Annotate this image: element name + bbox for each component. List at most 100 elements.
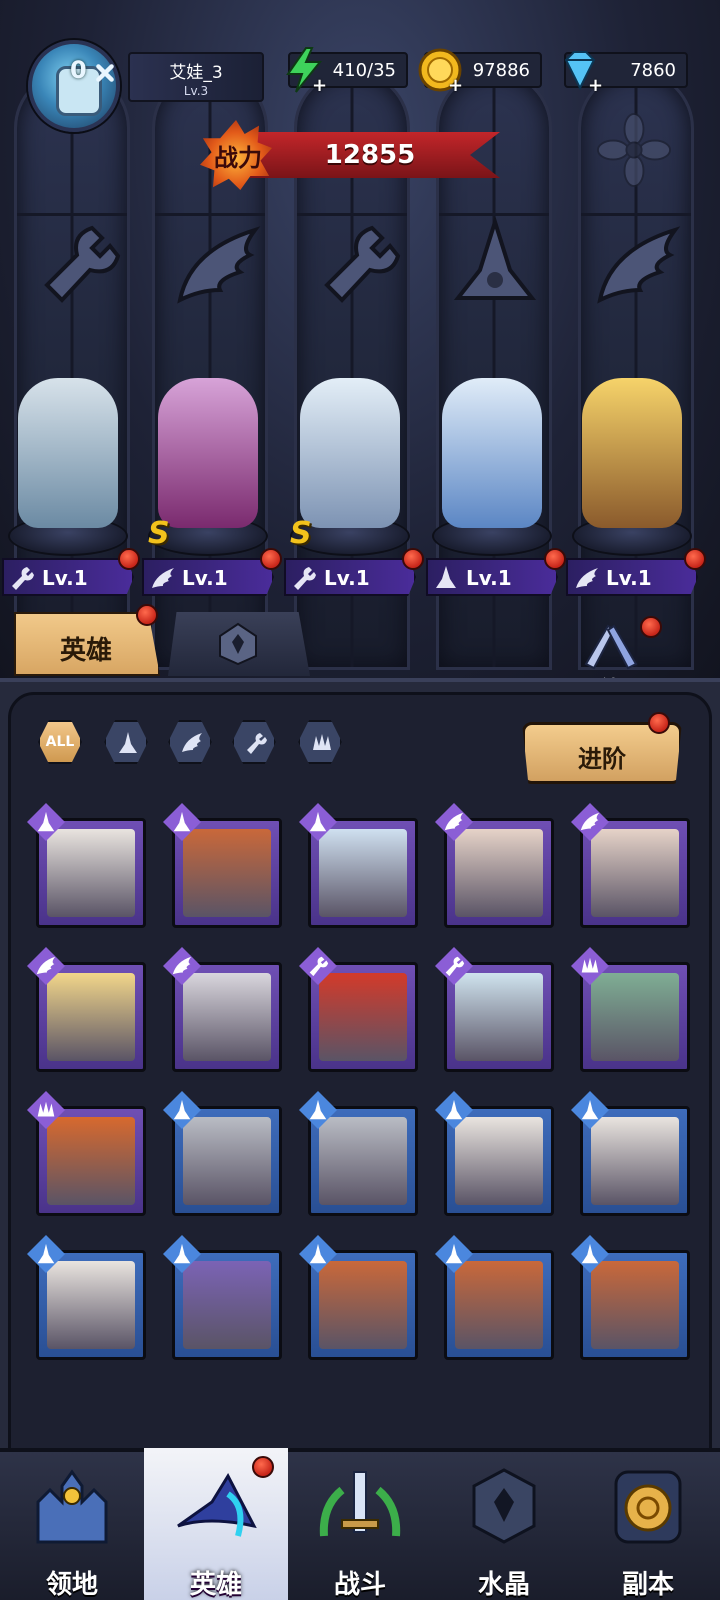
tab-crystal[interactable] [168, 612, 310, 676]
s-rank-badge: S [290, 516, 312, 551]
lineup-level-bar: Lv.1 [566, 558, 698, 596]
hero-portrait [319, 1117, 407, 1205]
notification-dot [544, 548, 566, 570]
hero-card[interactable] [27, 1091, 146, 1216]
hero-portrait [455, 829, 543, 917]
diamond-resource[interactable]: + 7860 [564, 51, 688, 95]
hero-card[interactable] [435, 1235, 554, 1360]
hero-card[interactable] [299, 1091, 418, 1216]
lineup-level-bar: Lv.1 [426, 558, 558, 596]
lineup-hero-angel[interactable] [566, 368, 698, 588]
lineup-hero-spider-mech[interactable] [284, 368, 416, 588]
hero-card[interactable] [435, 803, 554, 928]
hero-card[interactable] [299, 947, 418, 1072]
gold-resource[interactable]: + 97886 [418, 48, 542, 95]
hero-portrait [319, 829, 407, 917]
hero-card[interactable] [163, 1091, 282, 1216]
player-name-plate: 艾娃_3 Lv.3 [128, 52, 264, 102]
player-avatar[interactable]: 0 [22, 34, 126, 142]
diamond-value: 7860 [630, 60, 676, 81]
flask-icon [436, 566, 456, 588]
crystal-tower-icon [472, 1468, 536, 1544]
nav-dungeon[interactable]: 副本 [576, 1448, 720, 1600]
hero-card[interactable] [27, 803, 146, 928]
hero-level: Lv.1 [606, 566, 652, 590]
hero-card[interactable] [571, 947, 690, 1072]
wizard-hat-icon [177, 1472, 257, 1537]
flower-emblem-icon [596, 112, 672, 188]
hero-card[interactable] [299, 803, 418, 928]
hero-card[interactable] [299, 1235, 418, 1360]
notification-dot [648, 712, 670, 734]
wing-icon [182, 733, 202, 752]
notification-dot [640, 616, 662, 638]
hero-card[interactable] [163, 1235, 282, 1360]
hero-level: Lv.1 [324, 566, 370, 590]
tab-heroes-label: 英雄 [59, 636, 112, 666]
hero-card[interactable] [435, 947, 554, 1072]
golden-angel-figure [582, 378, 682, 528]
close-icon [96, 64, 114, 82]
notification-dot [402, 548, 424, 570]
hero-portrait [591, 829, 679, 917]
player-name: 艾娃_3 [169, 63, 223, 83]
notification-dot [136, 604, 158, 626]
hero-card[interactable] [571, 803, 690, 928]
wing-class-glyph-icon [177, 226, 261, 304]
lineup-hero-succubus[interactable] [142, 368, 274, 588]
nav-territory-label: 领地 [45, 1570, 98, 1600]
portal-icon [614, 1470, 682, 1544]
hero-portrait [455, 973, 543, 1061]
nav-battle[interactable]: 战斗 [288, 1448, 432, 1600]
wing-icon [576, 568, 598, 588]
add-energy-icon[interactable]: + [312, 77, 328, 95]
lineup-hero-mech[interactable] [2, 368, 134, 588]
hero-roster-grid [24, 796, 700, 1446]
sword-laurel-icon [319, 1471, 401, 1537]
flask-icon [119, 732, 137, 753]
hero-portrait [455, 1117, 543, 1205]
hero-card[interactable] [27, 947, 146, 1072]
hero-portrait [47, 1261, 135, 1349]
hero-level: Lv.1 [42, 566, 88, 590]
nav-crystal-label: 水晶 [477, 1570, 530, 1600]
lineup-level-bar: Lv.1 [2, 558, 134, 596]
hero-portrait [47, 1117, 135, 1205]
hero-card[interactable] [27, 1235, 146, 1360]
notification-dot [260, 548, 282, 570]
flask-class-glyph-icon [453, 215, 537, 300]
lineup-level-bar: Lv.1 [142, 558, 274, 596]
hero-portrait [47, 973, 135, 1061]
hero-card[interactable] [163, 803, 282, 928]
notification-dot [118, 548, 140, 570]
nav-dungeon-label: 副本 [621, 1570, 674, 1600]
add-gold-icon[interactable]: + [448, 77, 464, 95]
wrench-icon [294, 567, 316, 590]
add-diamond-icon[interactable]: + [588, 77, 604, 95]
hero-card[interactable] [571, 1235, 690, 1360]
claw-icon [313, 734, 331, 750]
energy-resource[interactable]: + 410/35 [286, 47, 408, 95]
hero-card[interactable] [163, 947, 282, 1072]
notification-dot [684, 548, 706, 570]
lineup-hero-ice-mage[interactable] [426, 368, 558, 588]
ice-mage-figure [442, 378, 542, 528]
s-rank-badge: S [148, 516, 170, 551]
filter-all-label: ALL [45, 734, 75, 750]
wing-class-glyph-icon [597, 226, 681, 304]
hero-level: Lv.1 [466, 566, 512, 590]
nav-heroes[interactable]: 英雄 [144, 1448, 288, 1600]
power-value: 12855 [324, 140, 416, 170]
hero-portrait [183, 829, 271, 917]
hero-card[interactable] [435, 1091, 554, 1216]
player-level: Lv.3 [183, 84, 209, 98]
hero-portrait [183, 1261, 271, 1349]
wrench-icon [12, 567, 34, 590]
nav-territory[interactable]: 领地 [0, 1448, 144, 1600]
gold-value: 97886 [472, 60, 530, 81]
avatar-circle [28, 40, 120, 132]
nav-crystal[interactable]: 水晶 [432, 1448, 576, 1600]
power-label: 战力 [214, 144, 262, 172]
castle-icon [36, 1469, 108, 1544]
hero-card[interactable] [571, 1091, 690, 1216]
